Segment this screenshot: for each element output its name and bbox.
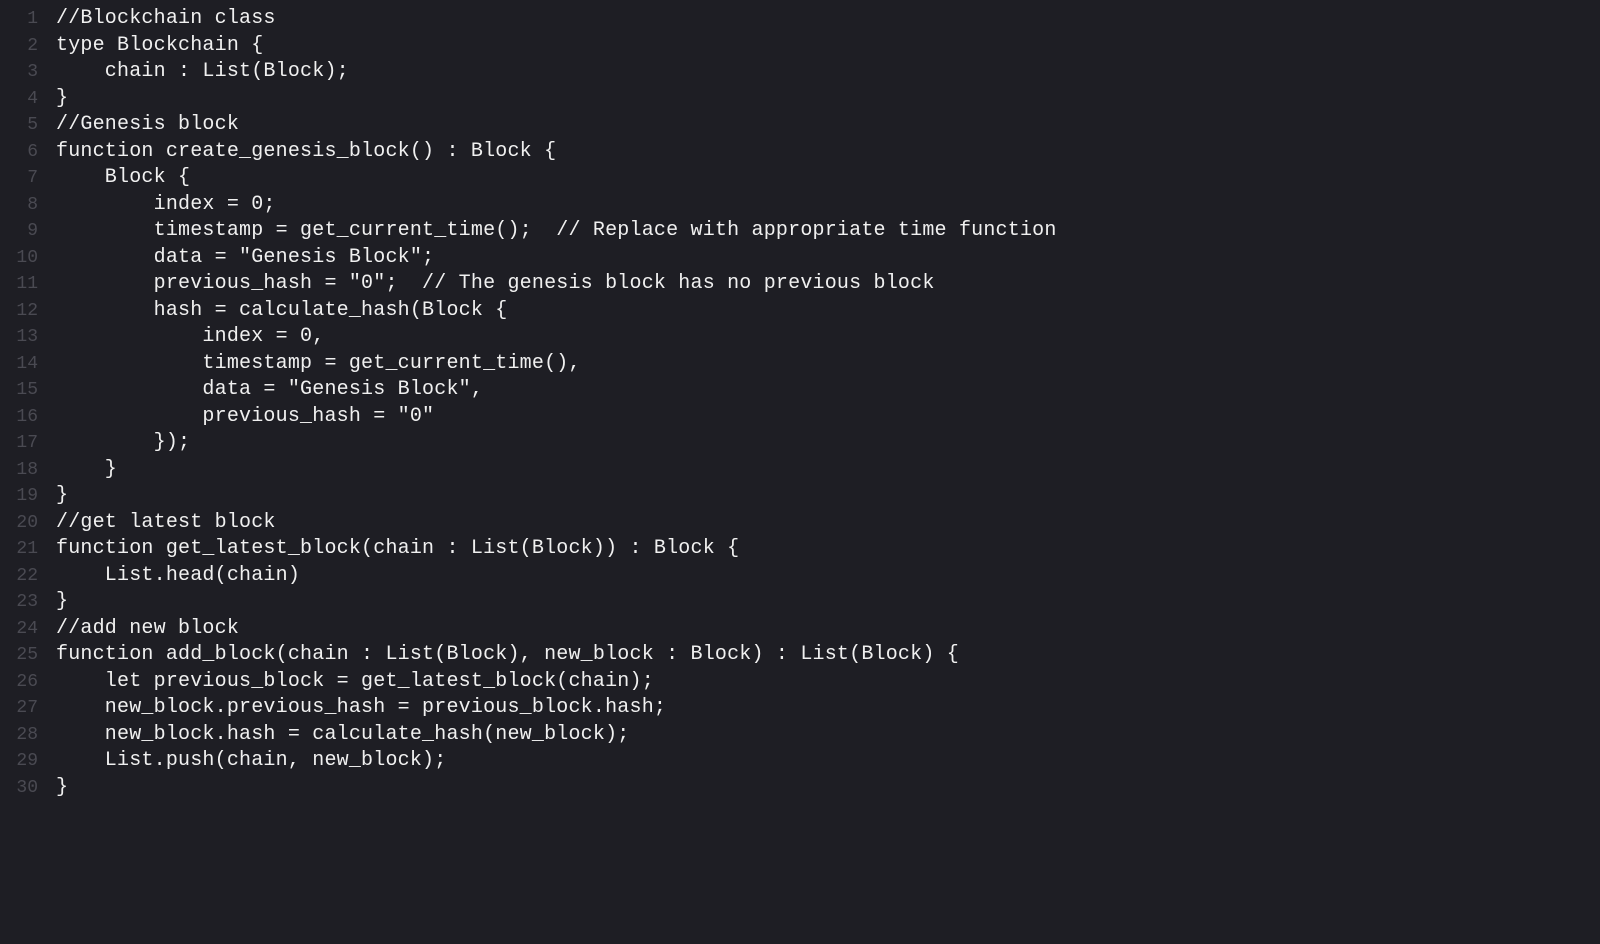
line-number: 12: [0, 298, 38, 325]
code-line[interactable]: timestamp = get_current_time(); // Repla…: [56, 218, 1600, 245]
code-line[interactable]: function create_genesis_block() : Block …: [56, 139, 1600, 166]
code-line[interactable]: }: [56, 483, 1600, 510]
code-line[interactable]: let previous_block = get_latest_block(ch…: [56, 669, 1600, 696]
code-line[interactable]: List.head(chain): [56, 563, 1600, 590]
code-line[interactable]: chain : List(Block);: [56, 59, 1600, 86]
line-number: 4: [0, 86, 38, 113]
code-line[interactable]: }: [56, 775, 1600, 802]
code-line[interactable]: });: [56, 430, 1600, 457]
line-number: 24: [0, 616, 38, 643]
line-number: 16: [0, 404, 38, 431]
code-line[interactable]: previous_hash = "0"; // The genesis bloc…: [56, 271, 1600, 298]
code-line[interactable]: new_block.previous_hash = previous_block…: [56, 695, 1600, 722]
code-line[interactable]: index = 0;: [56, 192, 1600, 219]
line-number: 27: [0, 695, 38, 722]
code-line[interactable]: function get_latest_block(chain : List(B…: [56, 536, 1600, 563]
line-number: 11: [0, 271, 38, 298]
line-number: 21: [0, 536, 38, 563]
line-number: 20: [0, 510, 38, 537]
line-number: 19: [0, 483, 38, 510]
code-line[interactable]: }: [56, 589, 1600, 616]
line-number: 30: [0, 775, 38, 802]
line-number: 3: [0, 59, 38, 86]
line-number: 26: [0, 669, 38, 696]
line-number: 9: [0, 218, 38, 245]
code-line[interactable]: new_block.hash = calculate_hash(new_bloc…: [56, 722, 1600, 749]
line-number: 5: [0, 112, 38, 139]
line-number: 1: [0, 6, 38, 33]
line-number: 15: [0, 377, 38, 404]
code-line[interactable]: function add_block(chain : List(Block), …: [56, 642, 1600, 669]
line-number: 22: [0, 563, 38, 590]
line-number: 14: [0, 351, 38, 378]
code-line[interactable]: type Blockchain {: [56, 33, 1600, 60]
code-line[interactable]: previous_hash = "0": [56, 404, 1600, 431]
line-number: 23: [0, 589, 38, 616]
code-line[interactable]: timestamp = get_current_time(),: [56, 351, 1600, 378]
line-number-gutter: 1234567891011121314151617181920212223242…: [0, 6, 48, 801]
code-line[interactable]: List.push(chain, new_block);: [56, 748, 1600, 775]
code-content-area[interactable]: //Blockchain classtype Blockchain { chai…: [48, 6, 1600, 801]
line-number: 25: [0, 642, 38, 669]
code-line[interactable]: //add new block: [56, 616, 1600, 643]
line-number: 10: [0, 245, 38, 272]
code-line[interactable]: //Genesis block: [56, 112, 1600, 139]
code-line[interactable]: data = "Genesis Block";: [56, 245, 1600, 272]
code-line[interactable]: //Blockchain class: [56, 6, 1600, 33]
code-line[interactable]: Block {: [56, 165, 1600, 192]
code-line[interactable]: //get latest block: [56, 510, 1600, 537]
line-number: 18: [0, 457, 38, 484]
line-number: 8: [0, 192, 38, 219]
code-line[interactable]: index = 0,: [56, 324, 1600, 351]
line-number: 6: [0, 139, 38, 166]
line-number: 7: [0, 165, 38, 192]
line-number: 2: [0, 33, 38, 60]
line-number: 28: [0, 722, 38, 749]
code-line[interactable]: }: [56, 86, 1600, 113]
line-number: 17: [0, 430, 38, 457]
code-line[interactable]: data = "Genesis Block",: [56, 377, 1600, 404]
code-line[interactable]: }: [56, 457, 1600, 484]
line-number: 13: [0, 324, 38, 351]
code-editor[interactable]: 1234567891011121314151617181920212223242…: [0, 0, 1600, 801]
code-line[interactable]: hash = calculate_hash(Block {: [56, 298, 1600, 325]
line-number: 29: [0, 748, 38, 775]
